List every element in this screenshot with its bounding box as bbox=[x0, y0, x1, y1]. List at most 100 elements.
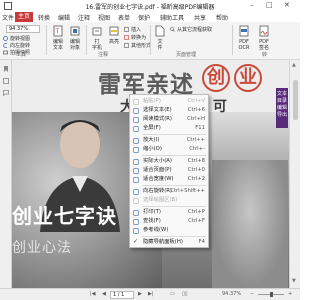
insert-item[interactable]: 插入 bbox=[124, 26, 141, 33]
context-item-shortcut: Ctrl+P bbox=[187, 209, 205, 215]
search-source-item[interactable]: 从其它流程获取 bbox=[170, 26, 212, 33]
menu-share[interactable]: 共享 bbox=[194, 13, 206, 22]
typewriter-button[interactable]: 打 字机 bbox=[89, 25, 105, 51]
view-mode-icon[interactable]: ▭ bbox=[170, 291, 175, 297]
scroll-up-icon[interactable]: ▲ bbox=[292, 62, 296, 68]
maximize-button[interactable]: □ bbox=[266, 1, 273, 9]
context-item-rotate-right[interactable]: 向右旋转(R) Ctrl+Shift++ bbox=[130, 187, 208, 196]
minimize-button[interactable]: – bbox=[250, 1, 254, 9]
svg-text:T: T bbox=[55, 28, 60, 35]
edit-object-icon bbox=[70, 26, 80, 36]
menu-home[interactable]: 主页 bbox=[15, 12, 34, 22]
zoom-slider-handle[interactable] bbox=[270, 292, 273, 297]
context-item-actual-size[interactable]: 实际大小(A) Ctrl+8 bbox=[130, 157, 208, 166]
context-item-fit-page[interactable]: 适合页面(P) Ctrl+0 bbox=[130, 166, 208, 175]
menu-tools[interactable]: 辅助工具 bbox=[160, 13, 184, 22]
two-page-icon[interactable]: ▯▯ bbox=[182, 291, 188, 297]
ribbon-divider bbox=[232, 25, 233, 55]
context-item-label: 选择文本(E) bbox=[143, 107, 172, 113]
actual-size-icon bbox=[133, 159, 139, 165]
context-item-zoom-out[interactable]: 缩小(O) Ctrl+- bbox=[130, 145, 208, 154]
sign-button[interactable]: PDF 签名 bbox=[256, 25, 272, 51]
context-menu-separator bbox=[142, 185, 206, 186]
insert-label: 插入 bbox=[131, 27, 142, 33]
other-format-item[interactable]: 其他形式 bbox=[124, 42, 151, 49]
find-icon bbox=[133, 219, 139, 225]
menu-comment[interactable]: 注释 bbox=[78, 13, 90, 22]
edit-text-button[interactable]: T 编辑 文本 bbox=[50, 25, 66, 51]
context-item-shortcut: Ctrl+2 bbox=[187, 176, 205, 182]
scroll-down-icon[interactable]: ▼ bbox=[292, 278, 296, 284]
camera-icon bbox=[3, 50, 8, 55]
side-action-panel[interactable]: 文本 目录 编辑 导出 bbox=[276, 88, 288, 128]
fullscreen-icon bbox=[133, 126, 139, 132]
highlight-label: 高亮 bbox=[108, 39, 119, 45]
rotate-left-item[interactable]: 向左旋转 bbox=[3, 42, 30, 49]
context-item-print[interactable]: 打印(T) Ctrl+P bbox=[130, 208, 208, 217]
menu-help[interactable]: 帮助 bbox=[216, 13, 228, 22]
context-item-reading-mode[interactable]: 阅读模式(R) Ctrl+H bbox=[130, 115, 208, 124]
ocr-button[interactable]: PDF OCR bbox=[236, 25, 252, 51]
context-item-guides[interactable]: 参考线(W) bbox=[130, 226, 208, 235]
ribbon-divider bbox=[86, 25, 87, 55]
context-item-select-text[interactable]: 选择文本(E) Ctrl+6 bbox=[130, 106, 208, 115]
pages-icon[interactable] bbox=[3, 78, 9, 84]
first-page-icon[interactable]: |◀ bbox=[90, 291, 96, 297]
menu-view[interactable]: 视图 bbox=[98, 13, 110, 22]
page-number-input[interactable]: 1 / 1 bbox=[110, 291, 134, 299]
context-item-label: 适合页面(P) bbox=[143, 167, 172, 173]
file-button[interactable]: 文 件 bbox=[152, 25, 168, 51]
bookmark-icon[interactable] bbox=[3, 66, 9, 72]
ocr-icon bbox=[239, 25, 249, 37]
next-page-icon[interactable]: ▶ bbox=[138, 291, 142, 297]
context-menu-separator bbox=[142, 236, 206, 237]
edit-text-icon: T bbox=[53, 25, 63, 37]
context-item-fullscreen[interactable]: 全屏(F) F11 bbox=[130, 124, 208, 133]
menu-edit[interactable]: 编辑 bbox=[58, 13, 70, 22]
typewriter-label: 打 字机 bbox=[91, 39, 102, 51]
context-item-fit-width[interactable]: 适合宽度(W) Ctrl+2 bbox=[130, 175, 208, 184]
zoom-value[interactable]: 94.37% bbox=[222, 291, 241, 297]
context-menu-separator bbox=[142, 206, 206, 207]
rotate-right-icon bbox=[133, 189, 139, 195]
context-item-paste: 粘贴(P) Ctrl+V bbox=[130, 97, 208, 106]
menu-convert[interactable]: 转换 bbox=[38, 13, 50, 22]
edit-object-label: 编辑 对象 bbox=[69, 39, 80, 51]
ocr-label: PDF OCR bbox=[238, 39, 250, 51]
big-title: 创业七字诀 bbox=[12, 204, 117, 228]
context-item-find[interactable]: 查找(F) Ctrl+F bbox=[130, 217, 208, 226]
context-item-label: 放大(I) bbox=[143, 137, 160, 143]
rotate-view-item[interactable]: 旋转视图 bbox=[3, 35, 30, 42]
rotate-left-icon bbox=[3, 43, 8, 48]
sign-icon bbox=[259, 25, 269, 37]
context-item-label: 打印(T) bbox=[143, 209, 161, 215]
context-item-shortcut: Ctrl+- bbox=[189, 146, 205, 152]
scroll-thumb[interactable] bbox=[293, 80, 298, 120]
group-label-convert: 转 bbox=[262, 52, 268, 58]
context-item-shortcut: F4 bbox=[198, 239, 205, 245]
select-area-icon bbox=[133, 198, 139, 204]
context-item-menu-item[interactable]: ✓ 隐藏导航面板(H) F4 bbox=[130, 238, 208, 247]
zoom-out-status-icon[interactable]: − bbox=[250, 291, 254, 297]
window-title: 16.雷军的创业七字诀.pdf - 福昕高级PDF编辑器 bbox=[85, 4, 215, 11]
convert-to-label: 转换为 bbox=[131, 35, 147, 41]
edit-object-button[interactable]: 编辑 对象 bbox=[67, 25, 83, 51]
convert-to-item[interactable]: 转换为 bbox=[124, 34, 146, 41]
last-page-icon[interactable]: ▶| bbox=[148, 291, 154, 297]
circled-char-2: 业 bbox=[234, 64, 262, 92]
menu-form[interactable]: 表单 bbox=[118, 13, 130, 22]
context-item-shortcut: Ctrl+Shift++ bbox=[170, 188, 205, 194]
zoom-in-status-icon[interactable]: + bbox=[288, 291, 292, 297]
context-item-label: 隐藏导航面板(H) bbox=[143, 239, 183, 245]
check-icon: ✓ bbox=[133, 238, 139, 245]
zoom-input[interactable]: 94.37% bbox=[6, 25, 40, 33]
close-button[interactable]: ✕ bbox=[284, 1, 290, 9]
comment-icon[interactable] bbox=[3, 90, 9, 96]
highlight-button[interactable]: 高亮 bbox=[106, 25, 122, 45]
prev-page-icon[interactable]: ◀ bbox=[102, 291, 106, 297]
menu-file[interactable]: 文件 bbox=[2, 13, 14, 22]
ribbon-divider bbox=[46, 25, 47, 55]
context-item-zoom-in[interactable]: 放大(I) Ctrl++ bbox=[130, 136, 208, 145]
vertical-scrollbar[interactable]: ▲ ▼ bbox=[289, 60, 300, 288]
menu-protect[interactable]: 保护 bbox=[138, 13, 150, 22]
